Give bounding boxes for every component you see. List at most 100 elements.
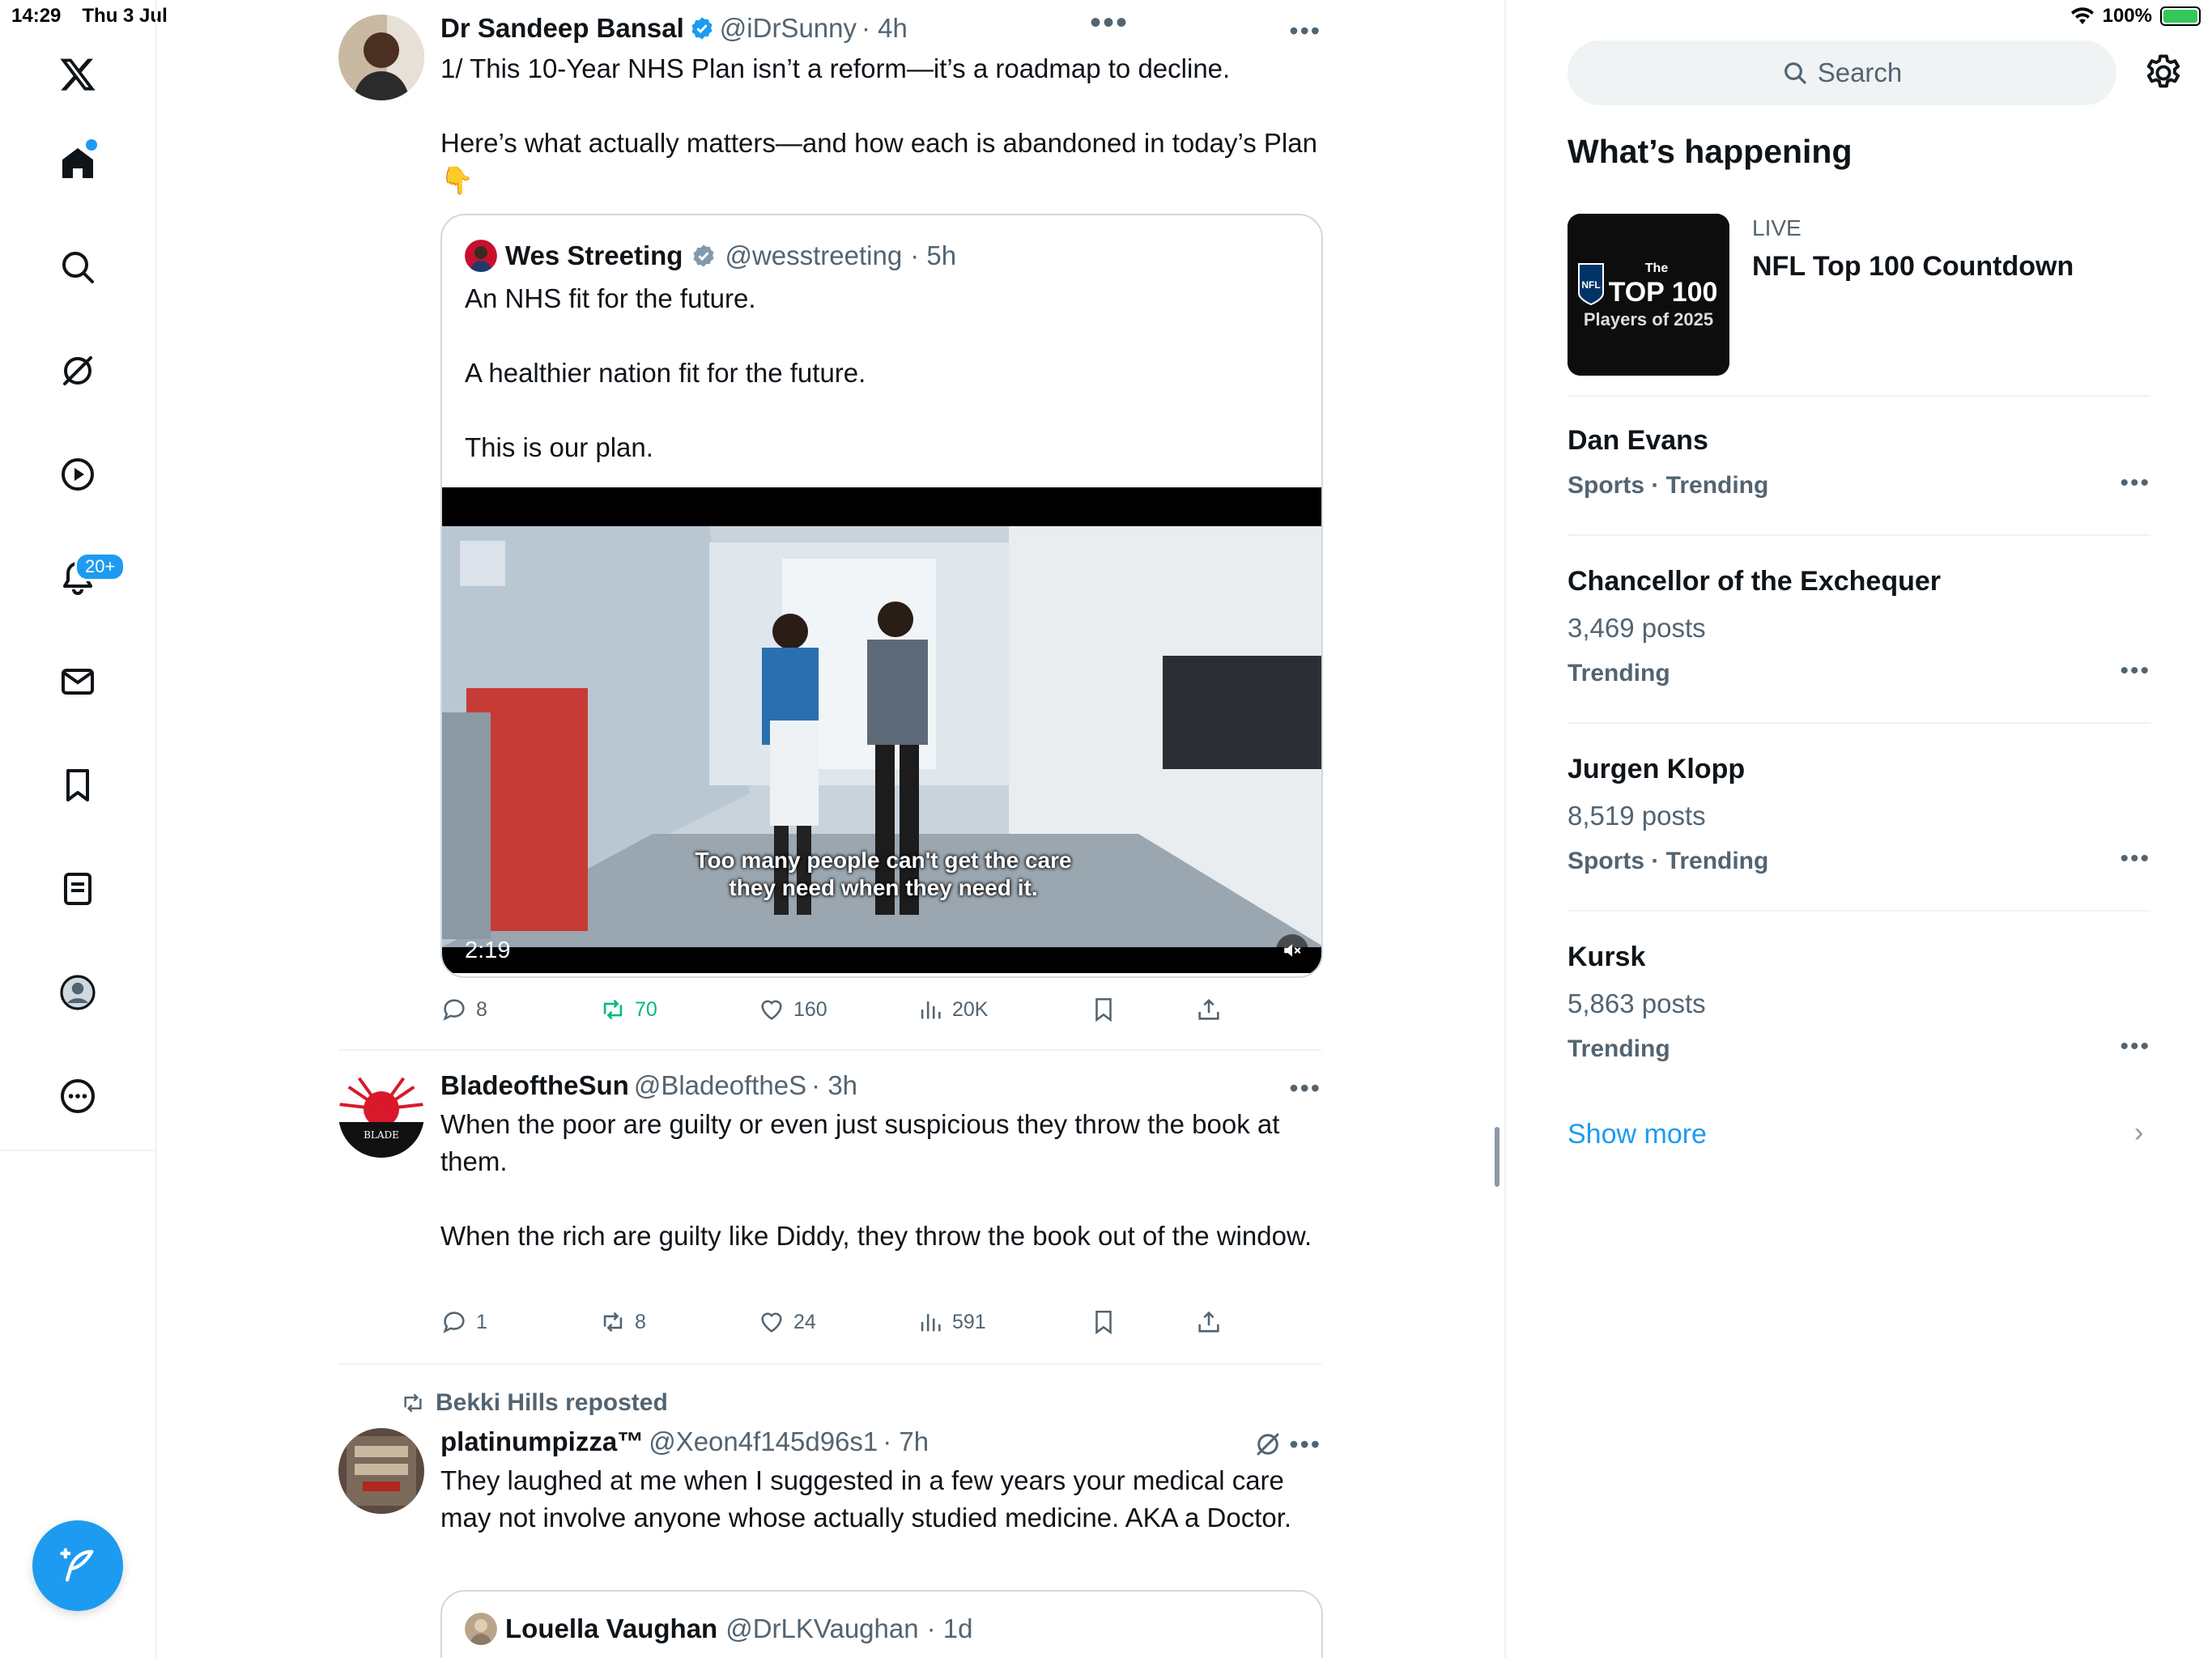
post-header: Dr Sandeep Bansal @iDrSunny · 4h [440, 13, 908, 44]
author-name[interactable]: Dr Sandeep Bansal [440, 13, 684, 44]
search-icon [1784, 62, 1806, 84]
settings-gear-icon[interactable] [2142, 52, 2184, 94]
more-options-icon[interactable] [52, 1070, 104, 1122]
trend-item[interactable]: Jurgen Klopp 8,519 posts Sports · Trendi… [1568, 751, 2150, 878]
x-logo-icon[interactable] [52, 49, 104, 100]
bookmarks-icon[interactable] [52, 759, 104, 811]
post-more-icon[interactable]: ••• [1289, 1073, 1321, 1103]
live-event-card[interactable]: NFL The TOP 100 Players of 2025 LIVE NFL… [1568, 214, 2150, 376]
post-actions: 8 70 160 20K [440, 996, 1299, 1028]
battery-percent: 100% [2102, 5, 2152, 27]
compose-post-button[interactable] [32, 1520, 123, 1611]
show-more-link[interactable]: Show more [1568, 1119, 1707, 1150]
verified-badge-icon [691, 17, 713, 40]
bookmark-button[interactable] [1090, 1308, 1117, 1336]
post-more-icon[interactable]: ••• [1289, 16, 1321, 46]
bookmark-icon [1095, 1310, 1112, 1335]
trend-posts: 5,863 posts [1568, 988, 1706, 1018]
author-name[interactable]: platinumpizza™ [440, 1426, 644, 1457]
video-mute-button[interactable] [1276, 934, 1308, 967]
split-view-drag-handle[interactable] [1495, 1127, 1499, 1187]
reply-icon [443, 999, 465, 1021]
repost-count: 70 [635, 997, 657, 1021]
trend-item[interactable]: Dan Evans Sports · Trending ••• [1568, 423, 2150, 502]
trend-more-icon[interactable]: ••• [2120, 657, 2150, 685]
like-button[interactable]: 160 [758, 996, 827, 1023]
trend-meta: Trending [1568, 660, 1670, 687]
heart-icon [761, 1312, 782, 1333]
trend-more-icon[interactable]: ••• [2120, 1033, 2150, 1061]
post-2[interactable]: BLADE BladeoftheSun @BladeoftheS · 3h ••… [338, 1070, 1321, 1354]
reply-count: 1 [476, 1310, 487, 1333]
author-handle[interactable]: @iDrSunny [720, 13, 857, 44]
nav-divider [0, 1150, 157, 1151]
muted-speaker-icon [1284, 944, 1301, 957]
repost-icon [603, 1312, 623, 1333]
quote-author-handle: @DrLKVaughan [725, 1613, 919, 1643]
trend-divider [1568, 395, 2150, 397]
grok-small-icon[interactable] [1253, 1430, 1283, 1459]
repost-button[interactable]: 70 [599, 996, 657, 1023]
trend-title: Chancellor of the Exchequer [1568, 566, 1941, 597]
live-event-thumbnail: NFL The TOP 100 Players of 2025 [1568, 214, 1729, 376]
avatar[interactable] [338, 15, 424, 100]
quote-author-name: Wes Streeting [505, 240, 683, 270]
post-divider [338, 1049, 1321, 1051]
post-time: · 3h [811, 1070, 858, 1100]
reply-icon [443, 1312, 465, 1333]
trend-more-icon[interactable]: ••• [2120, 470, 2150, 497]
status-bar-right: 100% [2070, 5, 2201, 28]
post-3[interactable]: platinumpizza™ @Xeon4f145d96s1 · 7h ••• … [338, 1426, 1323, 1658]
post-more-icon[interactable]: ••• [1289, 1430, 1321, 1460]
trend-title: Kursk [1568, 942, 1646, 972]
repost-count: 8 [635, 1310, 646, 1333]
like-count: 24 [793, 1310, 816, 1333]
author-handle[interactable]: @Xeon4f145d96s1 [649, 1426, 878, 1457]
search-input[interactable]: Search [1568, 40, 2116, 105]
trend-title: Dan Evans [1568, 425, 1708, 456]
reply-button[interactable]: 8 [440, 996, 487, 1023]
author-name[interactable]: BladeoftheSun [440, 1070, 629, 1101]
views-button[interactable]: 20K [917, 996, 988, 1023]
trend-divider [1568, 722, 2150, 724]
avatar[interactable]: BLADE [338, 1072, 424, 1158]
reply-button[interactable]: 1 [440, 1308, 487, 1336]
video-player[interactable]: Too many people can't get the care they … [442, 487, 1321, 973]
search-icon[interactable] [52, 241, 104, 293]
svg-text:NFL: NFL [1581, 279, 1600, 291]
compose-feather-icon [60, 1548, 94, 1582]
quoted-post[interactable]: Louella Vaughan @DrLKVaughan · 1d [440, 1590, 1323, 1658]
svg-text:BLADE: BLADE [364, 1129, 399, 1141]
share-button[interactable] [1195, 996, 1223, 1023]
trend-item[interactable]: Kursk 5,863 posts Trending ••• [1568, 939, 2150, 1065]
live-event-title: NFL Top 100 Countdown [1752, 251, 2074, 282]
bookmark-button[interactable] [1090, 996, 1117, 1023]
like-button[interactable]: 24 [758, 1308, 816, 1336]
share-button[interactable] [1195, 1308, 1223, 1336]
views-button[interactable]: 591 [917, 1308, 986, 1336]
post-1[interactable]: Dr Sandeep Bansal @iDrSunny · 4h ••• 1/ … [338, 13, 1323, 1022]
repost-indicator[interactable]: Bekki Hills reposted [400, 1389, 668, 1417]
search-placeholder: Search [1817, 57, 1903, 87]
quote-author-name: Louella Vaughan [505, 1613, 718, 1643]
repost-icon [603, 999, 623, 1020]
trend-divider [1568, 910, 2150, 912]
messages-envelope-icon[interactable] [52, 656, 104, 708]
repost-button[interactable]: 8 [599, 1308, 646, 1336]
trend-meta: Sports · Trending [1568, 848, 1769, 874]
avatar[interactable] [338, 1428, 424, 1514]
trend-item[interactable]: Chancellor of the Exchequer 3,469 posts … [1568, 563, 2150, 690]
verified-badge-gray-icon [693, 244, 714, 267]
video-play-icon[interactable] [52, 449, 104, 500]
grok-icon[interactable] [52, 345, 104, 397]
lists-icon[interactable] [52, 863, 104, 915]
repost-label: Bekki Hills reposted [436, 1389, 668, 1416]
profile-icon[interactable] [52, 967, 104, 1018]
author-handle[interactable]: @BladeoftheS [634, 1070, 806, 1101]
trend-more-icon[interactable]: ••• [2120, 845, 2150, 873]
left-nav: 20+ [0, 0, 157, 1658]
views-chart-icon [921, 1001, 941, 1019]
trend-posts: 8,519 posts [1568, 801, 1706, 831]
quoted-post[interactable]: Wes Streeting @wesstreeting · 5h An NHS … [440, 214, 1323, 978]
chevron-right-icon[interactable]: › [2134, 1117, 2143, 1149]
